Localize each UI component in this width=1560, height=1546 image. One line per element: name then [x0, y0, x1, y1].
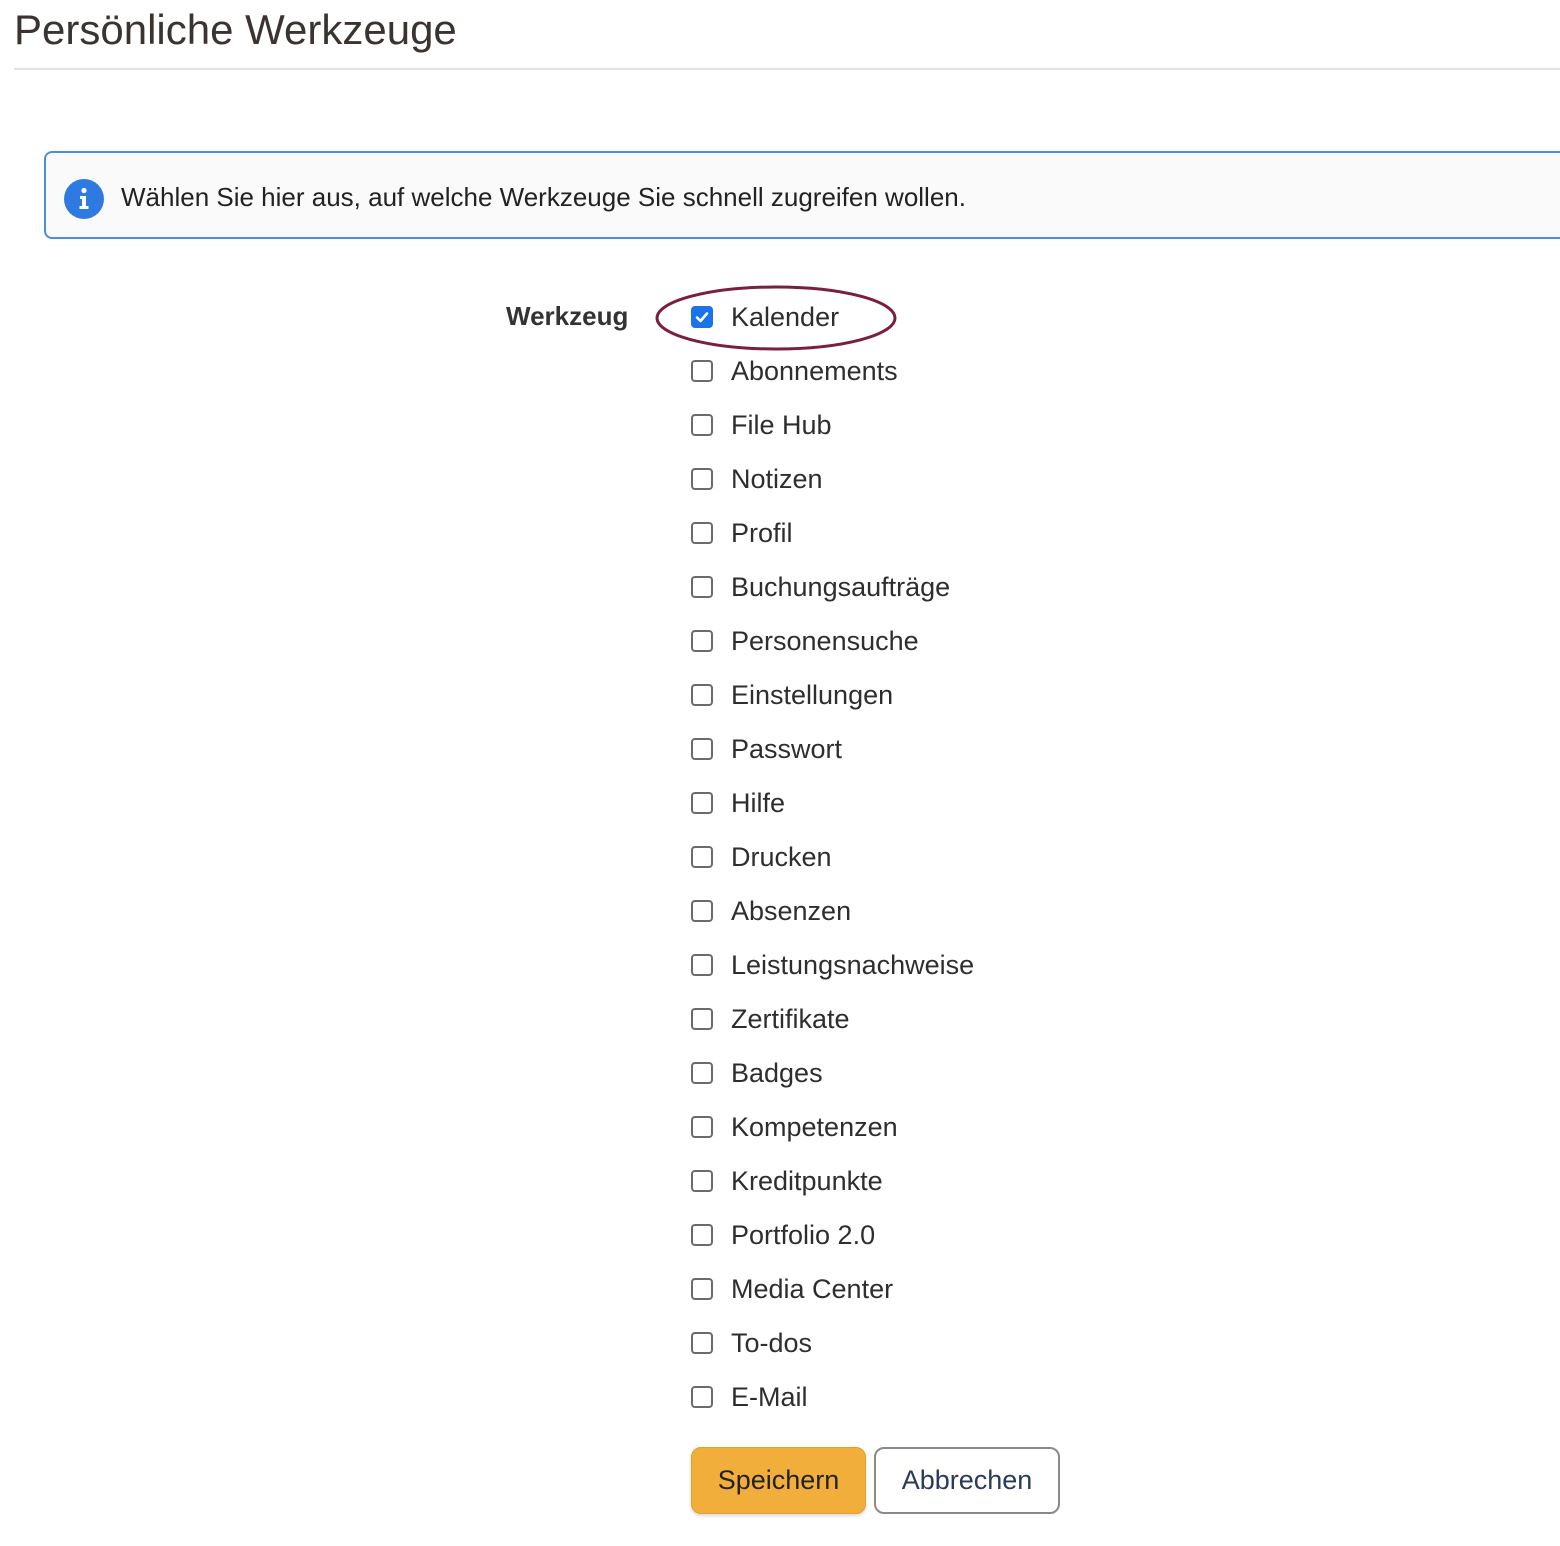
checkbox-unchecked[interactable]	[691, 900, 713, 922]
checkmark-icon	[695, 312, 709, 323]
tools-checkbox-list: Kalender Abonnements File Hub Notizen Profil…	[691, 290, 1191, 1424]
cancel-button[interactable]: Abbrechen	[874, 1447, 1060, 1514]
tool-option-label: E-Mail	[731, 1382, 808, 1412]
checkbox-unchecked[interactable]	[691, 1170, 713, 1192]
tool-option-label: Hilfe	[731, 788, 786, 818]
tool-option[interactable]: Absenzen	[691, 884, 1191, 938]
tool-option-label: Kompetenzen	[731, 1112, 898, 1142]
checkbox-unchecked[interactable]	[691, 522, 713, 544]
tool-option-label: Kalender	[731, 302, 840, 332]
tool-option[interactable]: E-Mail	[691, 1370, 1191, 1424]
checkbox-unchecked[interactable]	[691, 1278, 713, 1300]
page-title: Persönliche Werkzeuge	[14, 6, 457, 53]
tool-option-label: Personensuche	[731, 626, 919, 656]
info-message: Wählen Sie hier aus, auf welche Werkzeug…	[121, 182, 966, 212]
tool-option-label: Drucken	[731, 842, 832, 872]
tool-option[interactable]: File Hub	[691, 398, 1191, 452]
tool-option[interactable]: Passwort	[691, 722, 1191, 776]
tool-option[interactable]: Portfolio 2.0	[691, 1208, 1191, 1262]
checkbox-unchecked[interactable]	[691, 360, 713, 382]
tool-option-label: Badges	[731, 1058, 823, 1088]
tool-option-label: To-dos	[731, 1328, 813, 1358]
tool-option-label: Abonnements	[731, 356, 898, 386]
tool-option-label: Media Center	[731, 1274, 894, 1304]
tool-option-label: Einstellungen	[731, 680, 894, 710]
checkbox-unchecked[interactable]	[691, 1116, 713, 1138]
tool-option-label: Notizen	[731, 464, 823, 494]
tool-option-label: File Hub	[731, 410, 832, 440]
checkbox-unchecked[interactable]	[691, 1224, 713, 1246]
tool-option-label: Absenzen	[731, 896, 852, 926]
tool-option[interactable]: Profil	[691, 506, 1191, 560]
tool-option[interactable]: Personensuche	[691, 614, 1191, 668]
info-icon	[64, 179, 104, 219]
checkbox-unchecked[interactable]	[691, 630, 713, 652]
tool-option[interactable]: To-dos	[691, 1316, 1191, 1370]
checkbox-unchecked[interactable]	[691, 468, 713, 490]
checkbox-checked[interactable]	[691, 306, 713, 328]
checkbox-unchecked[interactable]	[691, 576, 713, 598]
tool-option[interactable]: Drucken	[691, 830, 1191, 884]
checkbox-unchecked[interactable]	[691, 846, 713, 868]
tool-option[interactable]: Badges	[691, 1046, 1191, 1100]
tool-option[interactable]: Notizen	[691, 452, 1191, 506]
tool-option[interactable]: Kalender	[691, 290, 1191, 344]
info-box: Wählen Sie hier aus, auf welche Werkzeug…	[44, 151, 1560, 239]
tool-option[interactable]: Abonnements	[691, 344, 1191, 398]
tool-option[interactable]: Einstellungen	[691, 668, 1191, 722]
checkbox-unchecked[interactable]	[691, 684, 713, 706]
tool-option-label: Leistungsnachweise	[731, 950, 975, 980]
tool-option[interactable]: Buchungsaufträge	[691, 560, 1191, 614]
tool-option[interactable]: Media Center	[691, 1262, 1191, 1316]
tool-option[interactable]: Kreditpunkte	[691, 1154, 1191, 1208]
tool-option[interactable]: Hilfe	[691, 776, 1191, 830]
checkbox-unchecked[interactable]	[691, 1332, 713, 1354]
tool-option[interactable]: Kompetenzen	[691, 1100, 1191, 1154]
checkbox-unchecked[interactable]	[691, 1386, 713, 1408]
tool-option-label: Passwort	[731, 734, 843, 764]
checkbox-unchecked[interactable]	[691, 414, 713, 436]
tool-option-label: Profil	[731, 518, 793, 548]
checkbox-unchecked[interactable]	[691, 792, 713, 814]
tool-option-label: Kreditpunkte	[731, 1166, 883, 1196]
title-divider	[14, 68, 1560, 70]
tool-option[interactable]: Zertifikate	[691, 992, 1191, 1046]
tool-option-label: Portfolio 2.0	[731, 1220, 876, 1250]
tool-option-label: Zertifikate	[731, 1004, 850, 1034]
tool-option[interactable]: Leistungsnachweise	[691, 938, 1191, 992]
checkbox-unchecked[interactable]	[691, 954, 713, 976]
checkbox-unchecked[interactable]	[691, 1008, 713, 1030]
tools-field-label: Werkzeug	[506, 301, 629, 331]
checkbox-unchecked[interactable]	[691, 738, 713, 760]
save-button[interactable]: Speichern	[691, 1447, 866, 1514]
tool-option-label: Buchungsaufträge	[731, 572, 951, 602]
checkbox-unchecked[interactable]	[691, 1062, 713, 1084]
